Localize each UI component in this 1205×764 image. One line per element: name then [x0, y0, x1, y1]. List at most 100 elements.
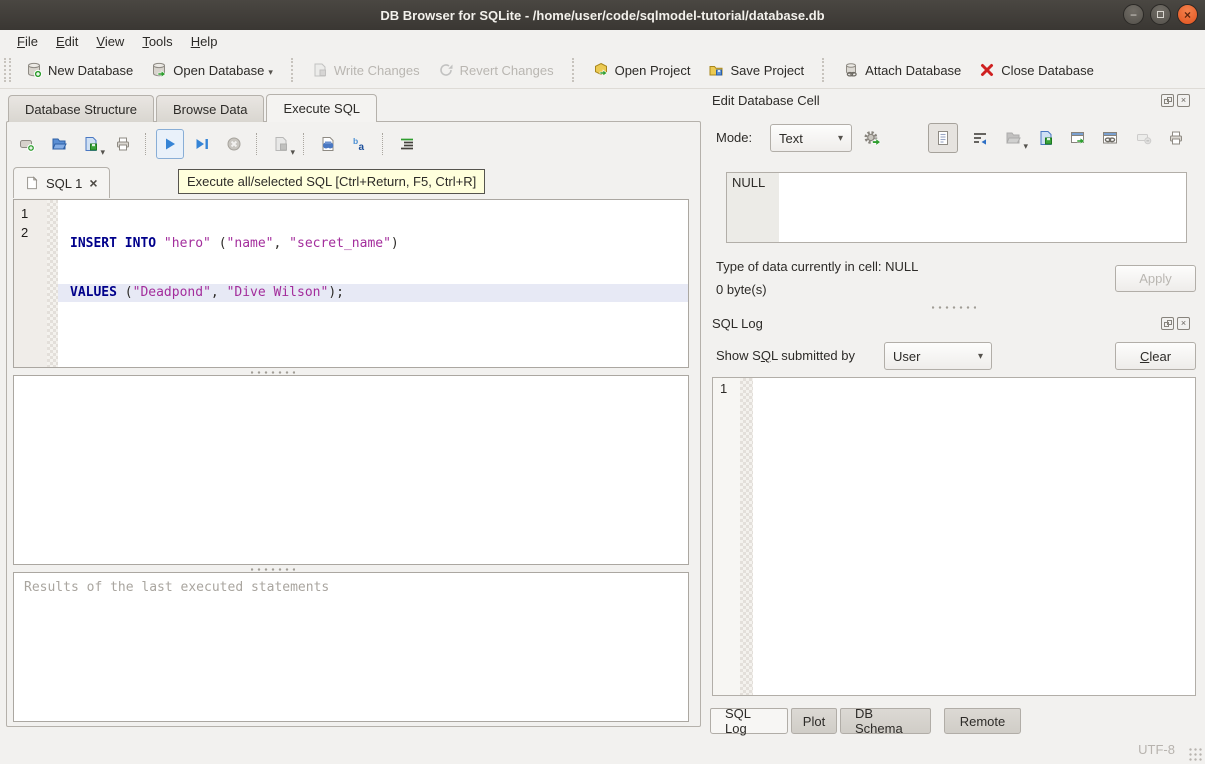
close-database-button[interactable]: Close Database — [970, 57, 1103, 83]
line-number-gutter: 1 2 — [14, 200, 47, 367]
write-changes-icon — [312, 62, 328, 78]
mode-select[interactable]: Text ▾ — [770, 124, 852, 152]
titlebar[interactable]: DB Browser for SQLite - /home/user/code/… — [0, 0, 1205, 30]
sql-code-area[interactable]: INSERT INTO "hero" ("name", "secret_name… — [58, 200, 688, 367]
clear-log-button[interactable]: Clear — [1115, 342, 1196, 370]
execute-tooltip: Execute all/selected SQL [Ctrl+Return, F… — [178, 169, 485, 194]
toolbar-separator — [572, 58, 575, 82]
app-window: DB Browser for SQLite - /home/user/code/… — [0, 0, 1205, 764]
text-mode-button[interactable] — [928, 123, 958, 153]
resize-grip[interactable] — [1188, 747, 1202, 761]
word-wrap-button[interactable] — [966, 124, 994, 152]
open-project-button[interactable]: Open Project — [584, 57, 700, 83]
close-window-button[interactable]: × — [1177, 4, 1198, 25]
open-sql-file-button[interactable] — [45, 129, 73, 159]
gear-apply-icon — [863, 129, 881, 147]
main-toolbar: New Database Open Database ▾ Write Chang… — [0, 52, 1205, 89]
export-cell-icon — [1038, 130, 1054, 146]
execute-icon — [162, 136, 178, 152]
save-project-label: Save Project — [730, 63, 804, 78]
fold-margin — [47, 200, 58, 367]
sql-doc-icon — [25, 176, 39, 190]
new-sql-tab-button[interactable] — [13, 129, 41, 159]
open-external-button[interactable] — [1064, 124, 1092, 152]
minimize-button[interactable]: − — [1123, 4, 1144, 25]
code-line-2: VALUES ("Deadpond", "Dive Wilson"); — [58, 284, 688, 303]
close-dock-button[interactable]: × — [1177, 317, 1190, 330]
close-sql-tab-icon[interactable]: × — [89, 176, 97, 190]
maximize-button[interactable] — [1150, 4, 1171, 25]
import-cell-button: ▾ — [999, 124, 1027, 152]
menu-edit[interactable]: Edit — [47, 32, 87, 51]
close-icon: × — [1181, 318, 1186, 328]
apply-format-button[interactable] — [857, 124, 887, 152]
revert-changes-icon — [438, 62, 454, 78]
dock-tabbar: SQL Log Plot DB Schema Remote — [710, 708, 1021, 734]
sql-log-view[interactable]: 1 — [712, 377, 1196, 696]
toolbar-separator — [256, 133, 259, 155]
attach-database-label: Attach Database — [865, 63, 961, 78]
toolbar-drag-handle[interactable] — [4, 58, 11, 82]
save-sql-file-button[interactable]: ▾ — [77, 129, 105, 159]
copy-link-button[interactable] — [1096, 124, 1124, 152]
minimize-icon: − — [1130, 9, 1137, 21]
dock-splitter-handle[interactable] — [712, 305, 1196, 310]
show-sql-label: Show SQL submitted by — [716, 348, 855, 363]
results-message-pane[interactable]: Results of the last executed statements — [13, 572, 689, 722]
close-dock-button[interactable]: × — [1177, 94, 1190, 107]
format-sql-button[interactable] — [393, 129, 421, 159]
svg-text:a: a — [359, 142, 365, 152]
open-database-icon — [151, 62, 167, 78]
dock-tab-db-schema[interactable]: DB Schema — [840, 708, 931, 734]
line-number: 2 — [14, 224, 47, 243]
tab-database-structure[interactable]: Database Structure — [8, 95, 154, 122]
open-database-dropdown-icon[interactable]: ▾ — [268, 67, 273, 78]
print-cell-button[interactable] — [1162, 124, 1190, 152]
open-project-label: Open Project — [615, 63, 691, 78]
save-project-button[interactable]: Save Project — [699, 57, 813, 83]
open-sql-file-icon — [51, 136, 67, 152]
float-icon — [1167, 320, 1172, 325]
sql-log-filter-select[interactable]: User ▾ — [884, 342, 992, 370]
results-grid-pane[interactable] — [13, 375, 689, 565]
write-changes-label: Write Changes — [334, 63, 420, 78]
float-dock-button[interactable] — [1161, 317, 1174, 330]
sql-log-dock-titlebar: SQL Log × — [712, 314, 1198, 332]
sql-editor-toolbar: ▾ — [11, 125, 423, 163]
menu-file[interactable]: File — [8, 32, 47, 51]
apply-button-label: Apply — [1139, 271, 1172, 286]
tab-execute-sql[interactable]: Execute SQL — [266, 94, 377, 122]
tab-browse-data[interactable]: Browse Data — [156, 95, 264, 122]
cell-value-editor[interactable]: NULL — [726, 172, 1187, 243]
export-cell-button[interactable] — [1032, 124, 1060, 152]
sql-doc-tab[interactable]: SQL 1 × — [13, 167, 110, 198]
close-icon: × — [1181, 95, 1186, 105]
dock-tab-sql-log[interactable]: SQL Log — [710, 708, 788, 734]
autocomplete-button[interactable]: b a — [346, 129, 374, 159]
edit-cell-title: Edit Database Cell — [712, 93, 1161, 108]
open-database-button[interactable]: Open Database ▾ — [142, 57, 282, 83]
menu-view[interactable]: View — [87, 32, 133, 51]
find-button[interactable] — [314, 129, 342, 159]
chevron-down-icon: ▾ — [978, 351, 983, 362]
execute-sql-button[interactable] — [156, 129, 184, 159]
dock-tab-remote[interactable]: Remote — [944, 708, 1021, 734]
find-icon — [320, 136, 336, 152]
dock-tab-plot[interactable]: Plot — [791, 708, 837, 734]
new-database-button[interactable]: New Database — [17, 57, 142, 83]
print-sql-button[interactable] — [109, 129, 137, 159]
attach-database-button[interactable]: Attach Database — [834, 57, 970, 83]
menu-help[interactable]: Help — [182, 32, 227, 51]
save-sql-dropdown-icon[interactable]: ▾ — [100, 147, 105, 158]
float-dock-button[interactable] — [1161, 94, 1174, 107]
execute-current-line-button[interactable] — [188, 129, 216, 159]
revert-changes-label: Revert Changes — [460, 63, 554, 78]
line-number: 1 — [14, 205, 47, 224]
sql-editor[interactable]: 1 2 INSERT INTO "hero" ("name", "secret_… — [13, 199, 689, 368]
close-icon: × — [1184, 9, 1191, 21]
attach-database-icon — [843, 62, 859, 78]
menu-tools[interactable]: Tools — [133, 32, 181, 51]
float-icon — [1167, 97, 1172, 102]
save-results-dropdown-icon: ▾ — [290, 147, 295, 158]
set-null-button — [1130, 124, 1158, 152]
